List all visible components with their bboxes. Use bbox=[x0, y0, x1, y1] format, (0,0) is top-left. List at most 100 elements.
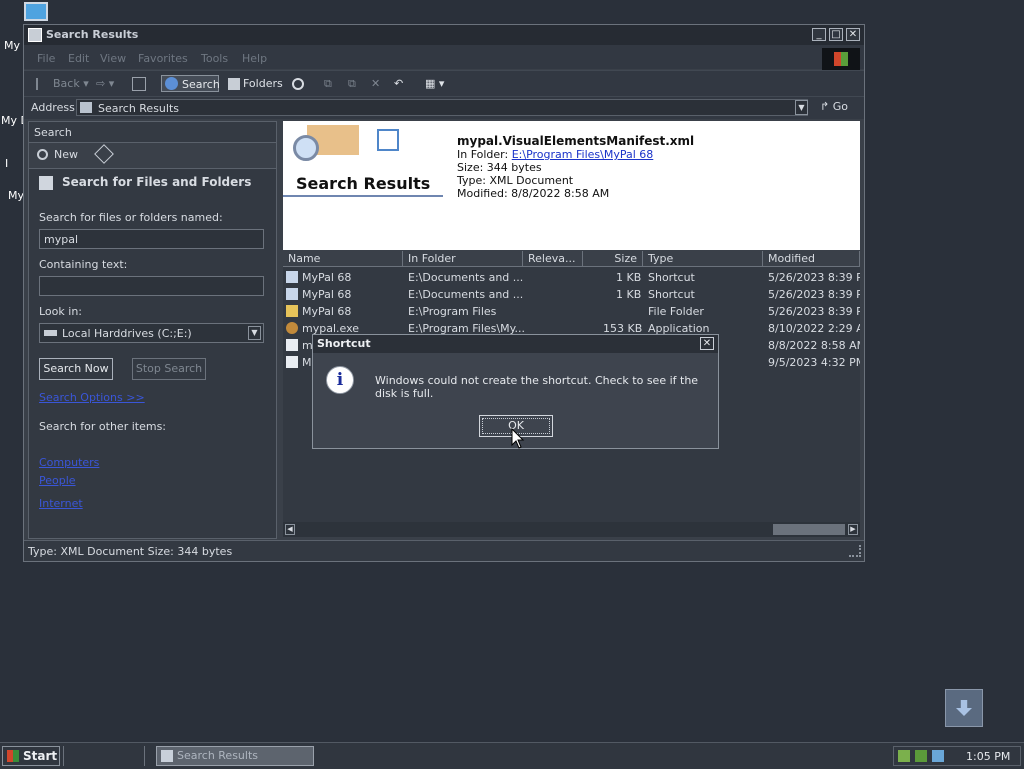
go-button[interactable]: ↱ Go bbox=[820, 100, 848, 113]
menu-favorites[interactable]: Favorites bbox=[138, 52, 188, 65]
look-in-select[interactable]: Local Harddrives (C:;E:) ▼ bbox=[39, 323, 264, 343]
views-button[interactable]: ▦ ▾ bbox=[425, 75, 444, 92]
in-folder-link[interactable]: E:\Program Files\MyPal 68 bbox=[512, 148, 654, 161]
desktop-icon-label[interactable]: I bbox=[5, 157, 8, 170]
windows-logo-icon bbox=[822, 48, 860, 70]
row-folder: E:\Documents and ... bbox=[408, 271, 524, 284]
search-window-icon bbox=[161, 750, 173, 762]
dialog-title: Shortcut bbox=[317, 337, 371, 350]
taskbar-button-search-results[interactable]: Search Results bbox=[156, 746, 314, 766]
row-size: 1 KB bbox=[616, 288, 642, 301]
move-to-button[interactable]: ⧉ bbox=[324, 75, 332, 92]
arrow-down-icon bbox=[956, 700, 972, 716]
scroll-left-icon[interactable]: ◀ bbox=[285, 524, 295, 535]
table-row[interactable]: MyPal 68 E:\Documents and ... 1 KB Short… bbox=[283, 269, 860, 286]
horizontal-scrollbar[interactable]: ◀ ▶ bbox=[283, 522, 860, 537]
menu-tools[interactable]: Tools bbox=[201, 52, 228, 65]
folder-icon bbox=[286, 305, 298, 317]
table-row[interactable]: MyPal 68 E:\Program Files File Folder 5/… bbox=[283, 303, 860, 320]
window-titlebar[interactable]: Search Results _ □ ✕ bbox=[24, 25, 864, 45]
dialog-close-button[interactable]: ✕ bbox=[700, 337, 714, 350]
quick-launch bbox=[63, 746, 145, 766]
search-assistant-icon[interactable] bbox=[94, 144, 114, 164]
search-globe-icon bbox=[165, 77, 178, 90]
search-files-icon bbox=[39, 176, 53, 190]
address-field[interactable]: Search Results bbox=[76, 99, 808, 116]
search-options-link[interactable]: Search Options >> bbox=[39, 391, 145, 404]
desktop-icon-label[interactable]: My bbox=[8, 189, 24, 202]
preview-in-folder: In Folder: E:\Program Files\MyPal 68 bbox=[457, 148, 653, 161]
dialog-titlebar[interactable]: Shortcut ✕ bbox=[313, 335, 718, 353]
minimize-button[interactable]: _ bbox=[812, 28, 826, 41]
clock[interactable]: 1:05 PM bbox=[966, 750, 1010, 763]
security-icon[interactable] bbox=[915, 750, 927, 762]
mouse-pointer-icon bbox=[511, 428, 525, 449]
menu-view[interactable]: View bbox=[100, 52, 126, 65]
status-text: Type: XML Document Size: 344 bytes bbox=[28, 545, 233, 558]
folders-button[interactable]: Folders bbox=[228, 75, 283, 92]
search-results-banner: Search Results bbox=[296, 174, 431, 193]
column-header-type[interactable]: Type bbox=[643, 251, 763, 267]
delete-button[interactable]: ✕ bbox=[371, 75, 380, 92]
new-search-button[interactable]: New bbox=[37, 148, 78, 161]
search-window-icon bbox=[28, 28, 42, 42]
row-type: Shortcut bbox=[648, 288, 695, 301]
table-row[interactable]: MyPal 68 E:\Documents and ... 1 KB Short… bbox=[283, 286, 860, 303]
system-tray: 1:05 PM bbox=[893, 746, 1021, 766]
menu-help[interactable]: Help bbox=[242, 52, 267, 65]
chevron-down-icon[interactable]: ▼ bbox=[248, 326, 261, 340]
forward-button[interactable]: ⇨ ▾ bbox=[96, 75, 114, 92]
internet-link[interactable]: Internet bbox=[39, 497, 83, 510]
column-header-in-folder[interactable]: In Folder bbox=[403, 251, 523, 267]
menu-file[interactable]: File bbox=[37, 52, 55, 65]
back-button[interactable]: Back ▾ bbox=[36, 75, 89, 92]
row-modified: 5/26/2023 8:39 PM bbox=[768, 288, 860, 301]
scroll-right-icon[interactable]: ▶ bbox=[848, 524, 858, 535]
named-label: Search for files or folders named: bbox=[39, 211, 223, 224]
search-pane-body: Search for Files and Folders Search for … bbox=[29, 169, 276, 538]
windows-logo-icon bbox=[7, 750, 19, 762]
history-button[interactable] bbox=[292, 75, 307, 92]
close-button[interactable]: ✕ bbox=[846, 28, 860, 41]
column-header-relevance[interactable]: Releva... bbox=[523, 251, 583, 267]
history-icon bbox=[292, 78, 304, 90]
search-results-window: Search Results _ □ ✕ File Edit View Favo… bbox=[23, 24, 865, 562]
start-label: Start bbox=[23, 749, 58, 763]
scrollbar-thumb[interactable] bbox=[773, 524, 845, 535]
folders-label: Folders bbox=[243, 77, 283, 90]
desktop-icon-image[interactable] bbox=[24, 2, 48, 21]
address-dropdown-button[interactable]: ▼ bbox=[795, 100, 808, 115]
start-button[interactable]: Start bbox=[2, 746, 60, 766]
row-type: File Folder bbox=[648, 305, 704, 318]
maximize-button[interactable]: □ bbox=[829, 28, 843, 41]
display-icon[interactable] bbox=[932, 750, 944, 762]
harddrive-icon bbox=[44, 330, 57, 336]
info-icon: i bbox=[326, 366, 354, 394]
search-results-icon bbox=[80, 102, 92, 113]
filename-input[interactable]: mypal bbox=[39, 229, 264, 249]
search-button[interactable]: Search bbox=[161, 75, 220, 92]
network-icon[interactable] bbox=[898, 750, 910, 762]
column-header-modified[interactable]: Modified bbox=[763, 251, 860, 267]
copy-to-button[interactable]: ⧉ bbox=[348, 75, 356, 92]
computers-link[interactable]: Computers bbox=[39, 456, 99, 469]
file-preview-panel: Search Results mypal.VisualElementsManif… bbox=[283, 121, 860, 250]
column-header-size[interactable]: Size bbox=[583, 251, 643, 267]
resize-grip-icon[interactable] bbox=[849, 545, 861, 557]
row-modified: 5/26/2023 8:39 PM bbox=[768, 305, 860, 318]
row-folder: E:\Program Files bbox=[408, 305, 497, 318]
search-pane: Search New Search for Files and Folders … bbox=[28, 121, 277, 539]
scroll-down-tab[interactable] bbox=[945, 689, 983, 727]
up-folder-button[interactable] bbox=[132, 75, 149, 92]
menu-edit[interactable]: Edit bbox=[68, 52, 89, 65]
undo-button[interactable]: ↶ bbox=[394, 75, 403, 92]
people-link[interactable]: People bbox=[39, 474, 76, 487]
containing-text-input[interactable] bbox=[39, 276, 264, 296]
stop-search-button[interactable]: Stop Search bbox=[132, 358, 206, 380]
column-header-name[interactable]: Name bbox=[283, 251, 403, 267]
address-label: Address bbox=[31, 101, 75, 114]
search-now-button[interactable]: Search Now bbox=[39, 358, 113, 380]
desktop-icon-label[interactable]: My bbox=[4, 39, 20, 52]
toolbar: Back ▾ ⇨ ▾ Search Folders ⧉ ⧉ ✕ ↶ ▦ ▾ bbox=[24, 70, 864, 96]
search-pane-header: Search bbox=[29, 122, 276, 143]
